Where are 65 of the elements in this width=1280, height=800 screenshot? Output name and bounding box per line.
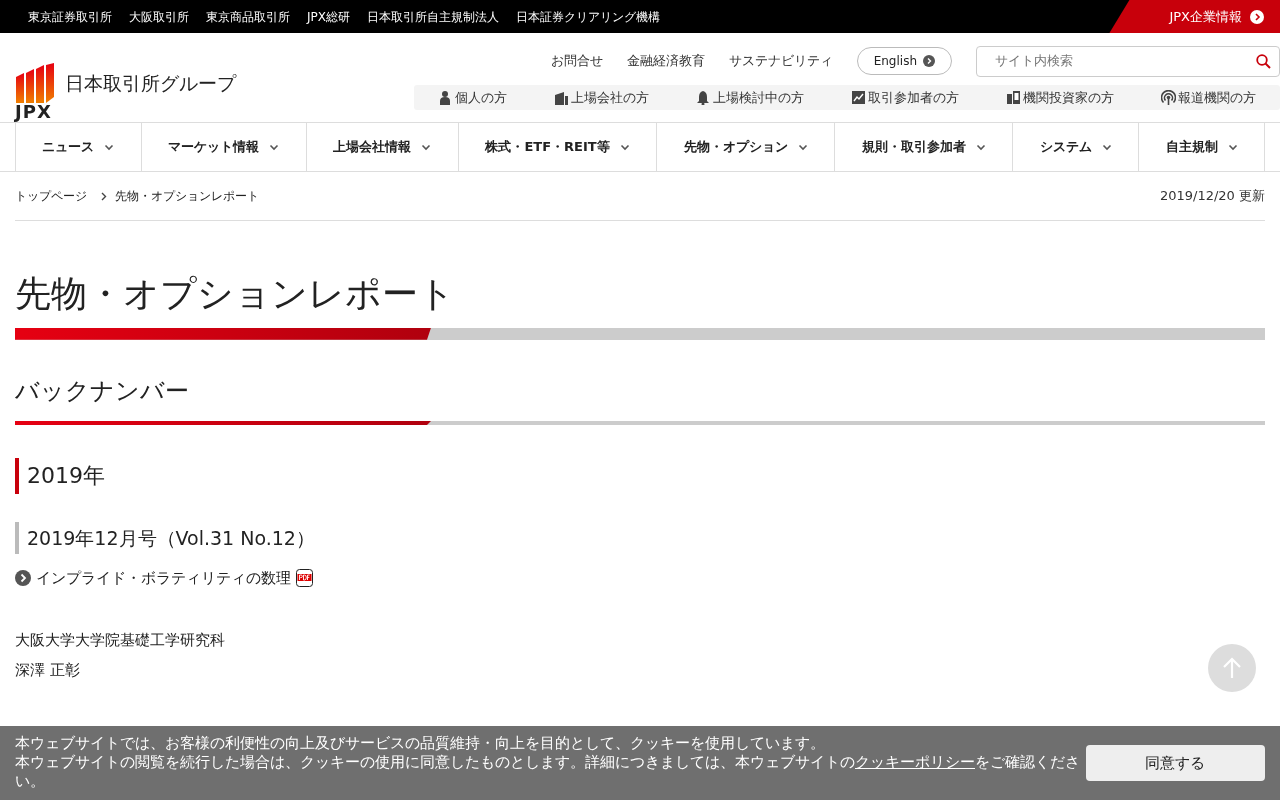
chevron-down-icon bbox=[1227, 143, 1238, 151]
chevron-down-icon bbox=[269, 143, 280, 151]
breadcrumb-item: 先物・オプションレポート bbox=[115, 188, 259, 205]
arrow-circle-icon bbox=[15, 570, 31, 587]
arrow-circle-icon bbox=[923, 55, 935, 67]
audience-link[interactable]: 個人の方 bbox=[437, 87, 507, 108]
audience-link[interactable]: 取引参加者の方 bbox=[851, 87, 960, 108]
building-icon bbox=[553, 90, 569, 105]
nav-tab[interactable]: 規則・取引参加者 bbox=[834, 123, 1013, 171]
chevron-down-icon bbox=[797, 143, 808, 151]
audience-link[interactable]: 上場検討中の方 bbox=[695, 87, 804, 108]
search-icon bbox=[1256, 53, 1271, 69]
person-icon bbox=[437, 90, 453, 105]
back-to-top-button[interactable] bbox=[1208, 644, 1256, 692]
top-link[interactable]: 大阪取引所 bbox=[129, 7, 189, 26]
chevron-down-icon bbox=[421, 143, 432, 151]
logo-wordmark: JPX bbox=[15, 103, 52, 121]
utility-link[interactable]: サステナビリティ bbox=[728, 51, 833, 71]
nav-tab[interactable]: 自主規制 bbox=[1138, 123, 1265, 171]
chevron-down-icon bbox=[619, 143, 630, 151]
chevron-down-icon bbox=[1101, 143, 1112, 151]
utility-link[interactable]: 金融経済教育 bbox=[626, 51, 705, 71]
issue-heading: 2019年12月号（Vol.31 No.12） bbox=[15, 522, 1265, 554]
top-link[interactable]: 東京商品取引所 bbox=[206, 7, 290, 26]
chevron-right-icon bbox=[101, 191, 107, 201]
nav-tab[interactable]: 先物・オプション bbox=[656, 123, 835, 171]
logo-text: 日本取引所グループ bbox=[65, 70, 236, 96]
agree-button[interactable]: 同意する bbox=[1085, 745, 1265, 781]
nav-tab[interactable]: 株式・ETF・REIT等 bbox=[457, 123, 657, 171]
nav-tab[interactable]: ニュース bbox=[15, 123, 141, 171]
broadcast-icon bbox=[1161, 90, 1177, 105]
arrow-up-icon bbox=[1222, 657, 1242, 679]
audience-link[interactable]: 上場会社の方 bbox=[553, 87, 649, 108]
page-title: 先物・オプションレポート bbox=[15, 272, 456, 316]
logo-bars-icon bbox=[15, 63, 55, 103]
top-link[interactable]: 日本取引所自主規制法人 bbox=[367, 7, 499, 26]
search-box[interactable]: サイト内検索 bbox=[976, 45, 1280, 77]
audience-link[interactable]: 機関投資家の方 bbox=[1006, 87, 1115, 108]
top-link[interactable]: 東京証券取引所 bbox=[28, 7, 112, 26]
language-button[interactable]: English bbox=[856, 47, 952, 75]
year-heading: 2019年 bbox=[15, 458, 1265, 494]
author-text: 大阪大学大学院基礎工学研究科 bbox=[15, 630, 225, 652]
cookie-notice: 本ウェブサイトの閲覧を続行した場合は、クッキーの使用に同意したものとします。詳細につきましては、本ウェブサイトのクッキーポリシーをご確認ください。 bbox=[15, 753, 1081, 791]
corporate-link[interactable]: JPX企業情報 bbox=[1109, 0, 1280, 33]
article-link[interactable]: インプライド・ボラティリティの数理 bbox=[15, 567, 1265, 590]
nav-tab[interactable]: 上場会社情報 bbox=[305, 123, 458, 171]
bell-icon bbox=[695, 90, 711, 105]
top-link[interactable]: 日本証券クリアリング機構 bbox=[516, 7, 660, 26]
chevron-down-icon bbox=[104, 143, 115, 151]
cookie-message: 本ウェブサイトでは、お客様の利便性の向上及びサービスの品質維持・向上を目的として、クッキーを使用しています。 bbox=[15, 734, 826, 753]
section-title: バックナンバー bbox=[15, 375, 190, 407]
nav-tab[interactable]: マーケット情報 bbox=[140, 123, 306, 171]
chevron-down-icon bbox=[975, 143, 986, 151]
breadcrumb-item[interactable]: トップページ bbox=[15, 187, 87, 205]
devices-icon bbox=[1006, 90, 1022, 105]
author-text: 深澤 正彰 bbox=[15, 660, 80, 682]
utility-link[interactable]: お問合せ bbox=[550, 51, 603, 71]
pdf-icon bbox=[296, 569, 313, 588]
arrow-circle-icon bbox=[1250, 9, 1264, 24]
chart-icon bbox=[851, 90, 867, 105]
nav-tab[interactable]: システム bbox=[1012, 123, 1138, 171]
updated-date: 2019/12/20 更新 bbox=[1159, 187, 1265, 206]
cookie-policy-link[interactable]: クッキーポリシー bbox=[855, 753, 975, 771]
audience-link[interactable]: 報道機関の方 bbox=[1161, 87, 1257, 108]
top-link[interactable]: JPX総研 bbox=[307, 7, 350, 26]
